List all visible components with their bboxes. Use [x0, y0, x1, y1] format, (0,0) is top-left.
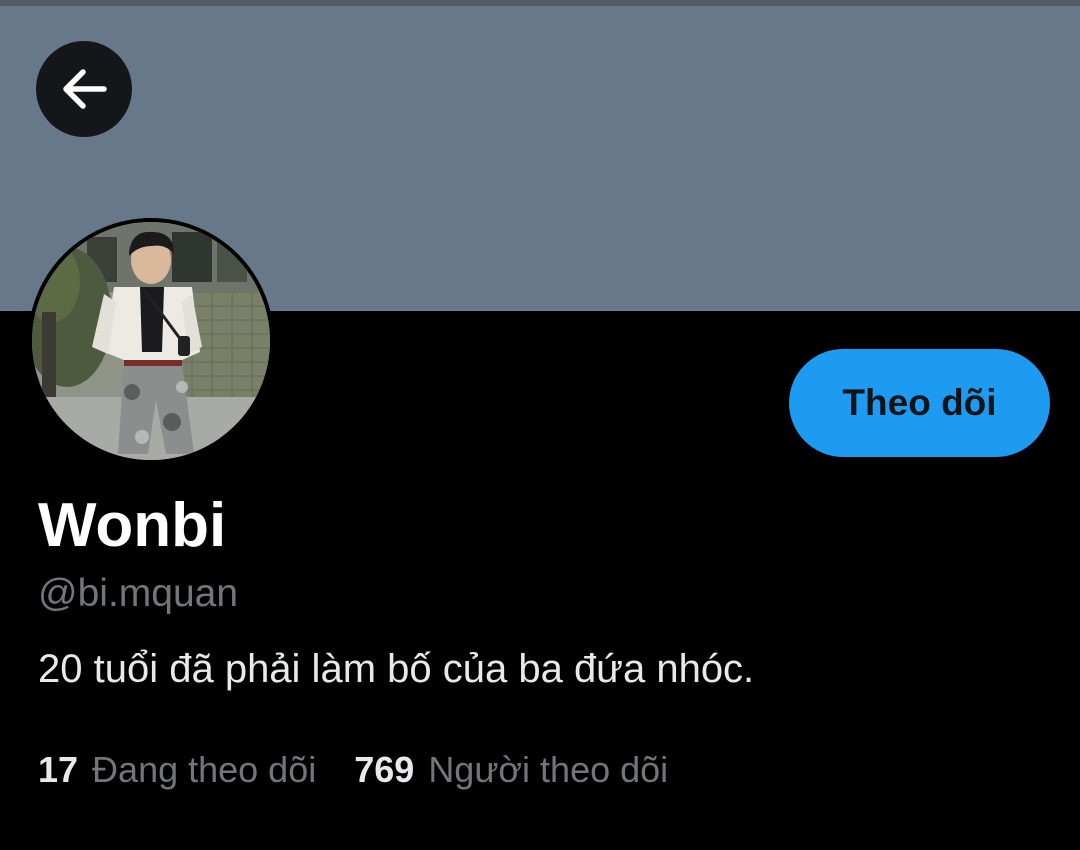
followers-label: Người theo dõi	[428, 749, 669, 790]
profile-display-name: Wonbi	[38, 491, 227, 560]
profile-page: Theo dõi Wonbi @bi.mquan 20 tuổi đã phải…	[0, 0, 1080, 850]
avatar[interactable]	[32, 222, 270, 460]
following-count: 17	[38, 749, 79, 790]
follow-button[interactable]: Theo dõi	[789, 349, 1050, 457]
following-stat[interactable]: 17 Đang theo dõi	[38, 747, 316, 793]
profile-handle: @bi.mquan	[38, 572, 239, 615]
arrow-left-icon	[58, 63, 110, 115]
profile-bio: 20 tuổi đã phải làm bố của ba đứa nhóc.	[38, 647, 755, 691]
avatar-border	[28, 218, 274, 464]
back-button[interactable]	[36, 41, 132, 137]
followers-count: 769	[354, 749, 415, 790]
profile-stats: 17 Đang theo dõi 769 Người theo dõi	[38, 747, 668, 793]
followers-stat[interactable]: 769 Người theo dõi	[354, 747, 668, 793]
following-label: Đang theo dõi	[92, 749, 317, 790]
